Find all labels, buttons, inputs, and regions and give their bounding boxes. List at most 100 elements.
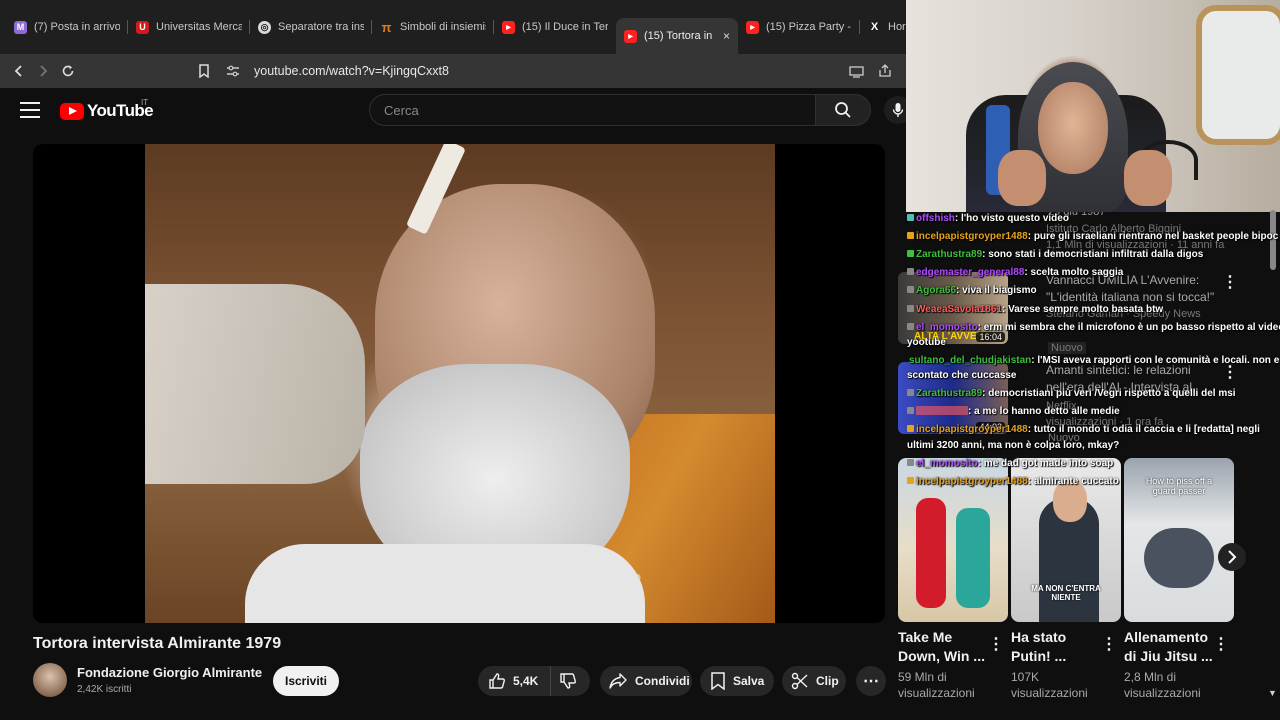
search-placeholder: Cerca: [384, 102, 419, 118]
rec-title-line2[interactable]: nell'era dell'AI - Intervista al: [1046, 380, 1192, 394]
rec-thumbnail[interactable]: ALTA L'AVVEN 16:04: [898, 272, 1008, 344]
video-frame: [145, 144, 775, 623]
channel-name[interactable]: Fondazione Giorgio Almirante: [77, 665, 262, 680]
pi-icon: π: [381, 19, 392, 35]
bookmark-icon[interactable]: [191, 58, 217, 84]
rec-thumb-text: ALTA L'AVVEN: [914, 331, 984, 342]
webcam-overlay: [906, 0, 1280, 212]
save-label: Salva: [733, 674, 765, 688]
address-bar[interactable]: youtube.com/watch?v=KjingqCxxt8: [226, 58, 906, 84]
save-button[interactable]: Salva: [700, 666, 774, 696]
new-badge: Nuovo: [1048, 432, 1080, 444]
rec-channel: Netflix: [1046, 400, 1077, 412]
rec-meta: visualizzazioni · 1 ora fa: [1046, 416, 1164, 428]
cast-icon[interactable]: [843, 58, 869, 84]
rec-meta: 1,1 Mln di visualizzazioni · 11 anni fa: [1046, 239, 1225, 251]
short-thumb-figure: [1144, 528, 1214, 588]
rec-channel: Istituto Carlo Alberto Biggini: [1046, 223, 1182, 235]
youtube-icon: ▶: [624, 29, 637, 43]
rec-thumbnail[interactable]: 44:03: [898, 362, 1008, 434]
browser-tab[interactable]: U Universitas Mercat: [128, 9, 250, 45]
like-button[interactable]: 5,4K: [478, 666, 550, 696]
browser-tab-active[interactable]: ▶ (15) Tortora in ×: [616, 18, 738, 54]
subscriber-count: 2,42K iscritti: [77, 684, 132, 695]
short-menu-icon[interactable]: ⋮: [1101, 634, 1117, 654]
thumbs-down-icon: [560, 673, 576, 689]
share-label: Condividi: [635, 674, 690, 688]
url-text: youtube.com/watch?v=KjingqCxxt8: [254, 64, 449, 78]
short-title[interactable]: Ha stato Putin! ...: [1011, 628, 1111, 666]
tab-label: (15) Pizza Party - Y: [766, 21, 852, 33]
youtube-icon: ▶: [502, 20, 515, 34]
short-thumb-figure: [1053, 480, 1087, 522]
thumbs-up-icon: [489, 673, 505, 689]
new-badge: Nuovo: [1048, 342, 1086, 354]
scrollbar[interactable]: [1270, 210, 1276, 270]
browser-tab[interactable]: ▶ (15) Il Duce in Terr: [494, 9, 616, 45]
scroll-down-icon[interactable]: ▼: [1268, 688, 1277, 698]
site-settings-icon[interactable]: [226, 65, 240, 77]
share-button[interactable]: Condividi: [600, 666, 692, 696]
search-input[interactable]: Cerca: [369, 94, 816, 126]
dislike-button[interactable]: [550, 666, 590, 696]
search-icon: [835, 102, 851, 118]
rec-title[interactable]: Vannacci UMILIA L'Avvenire:: [1046, 273, 1199, 287]
browser-tab[interactable]: π Simboli di insiemis: [372, 9, 494, 45]
share-icon: [609, 673, 627, 689]
search-button[interactable]: [815, 94, 871, 126]
short-menu-icon[interactable]: ⋮: [988, 634, 1004, 654]
rec-title-line2[interactable]: "L'identità italiana non si tocca!": [1046, 290, 1214, 304]
video-title: Tortora intervista Almirante 1979: [33, 635, 282, 652]
more-actions-button[interactable]: ⋯: [856, 666, 886, 696]
video-player[interactable]: [33, 144, 885, 623]
short-thumb-text: MA NON C'ENTRA NIENTE: [1031, 584, 1101, 602]
short-thumb-figure: [916, 498, 946, 608]
short-title[interactable]: Allenamento di Jiu Jitsu ...: [1124, 628, 1224, 666]
shorts-next-button[interactable]: [1218, 543, 1246, 571]
like-count: 5,4K: [513, 674, 539, 688]
short-views: 59 Mln di visualizzazioni: [898, 670, 975, 700]
subscribe-button[interactable]: Iscriviti: [273, 666, 339, 696]
channel-avatar[interactable]: [33, 663, 67, 697]
tab-label: Hor: [888, 21, 906, 33]
clip-button[interactable]: Clip: [782, 666, 846, 696]
tab-label: (15) Tortora in: [644, 30, 713, 42]
youtube-icon: ▶: [746, 20, 759, 34]
country-code: IT: [141, 98, 149, 107]
scissors-icon: [791, 672, 808, 690]
youtube-logo[interactable]: YouTube IT: [60, 98, 154, 121]
chevron-right-icon: [1228, 550, 1237, 564]
short-card[interactable]: [898, 458, 1008, 622]
browser-tab[interactable]: M (7) Posta in arrivo: [6, 9, 128, 45]
cam-face: [1038, 82, 1108, 174]
short-views: 2,8 Mln di visualizzazioni: [1124, 670, 1201, 700]
short-card[interactable]: How to piss off a guard passer: [1124, 458, 1234, 622]
short-views: 107K visualizzazioni: [1011, 670, 1088, 700]
tab-label: Simboli di insiemis: [400, 21, 486, 33]
site-icon: U: [136, 20, 149, 34]
browser-tab[interactable]: ◎ Separatore tra insi: [250, 9, 372, 45]
menu-icon[interactable]: [20, 102, 40, 118]
short-title[interactable]: Take Me Down, Win ...: [898, 628, 998, 666]
back-icon[interactable]: [6, 58, 32, 84]
rec-duration: 16:04: [976, 332, 1005, 342]
video-watermark: ANTENNA 3 LOMBARDIA - Aria di mezzanotte: [276, 568, 642, 587]
share-page-icon[interactable]: [872, 58, 898, 84]
openai-icon: ◎: [258, 20, 271, 34]
save-icon: [711, 672, 725, 690]
rec-duration: 44:03: [976, 422, 1005, 432]
tab-label: (15) Il Duce in Terr: [522, 21, 608, 33]
close-tab-icon[interactable]: ×: [719, 29, 730, 43]
rec-menu-icon[interactable]: ⋮: [1222, 272, 1238, 292]
short-card[interactable]: MA NON C'ENTRA NIENTE: [1011, 458, 1121, 622]
youtube-play-icon: [60, 102, 84, 120]
tab-label: Separatore tra insi: [278, 21, 364, 33]
short-menu-icon[interactable]: ⋮: [1213, 634, 1229, 654]
rec-menu-icon[interactable]: ⋮: [1222, 362, 1238, 382]
mic-icon: [892, 103, 904, 117]
browser-tab[interactable]: ▶ (15) Pizza Party - Y: [738, 9, 860, 45]
forward-icon[interactable]: [30, 58, 56, 84]
short-thumb-text: How to piss off a guard passer: [1145, 476, 1213, 496]
rec-title[interactable]: Amanti sintetici: le relazioni: [1046, 363, 1191, 377]
reload-icon[interactable]: [55, 58, 81, 84]
